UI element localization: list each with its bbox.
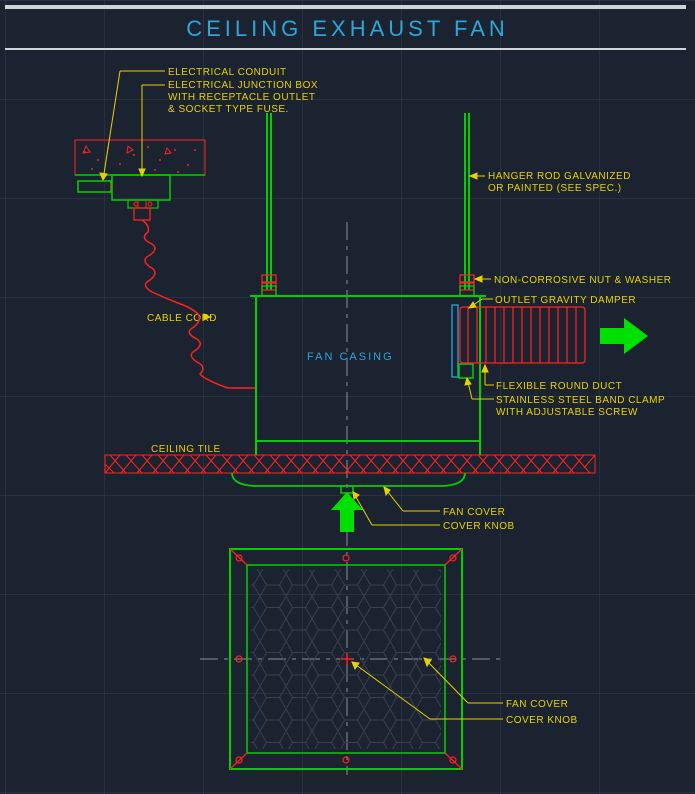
fan-casing-box — [250, 296, 486, 441]
fan-cover-section — [232, 473, 465, 493]
cad-drawing — [0, 0, 695, 794]
flexible-duct — [452, 305, 585, 378]
cable-cord — [142, 220, 256, 388]
ceiling-tile — [105, 455, 595, 473]
junction-box-assembly — [75, 140, 205, 220]
airflow-arrow-right — [600, 318, 648, 354]
hanger-rods — [267, 113, 469, 290]
nuts-washers — [262, 275, 474, 296]
airflow-arrow-up — [331, 492, 363, 532]
